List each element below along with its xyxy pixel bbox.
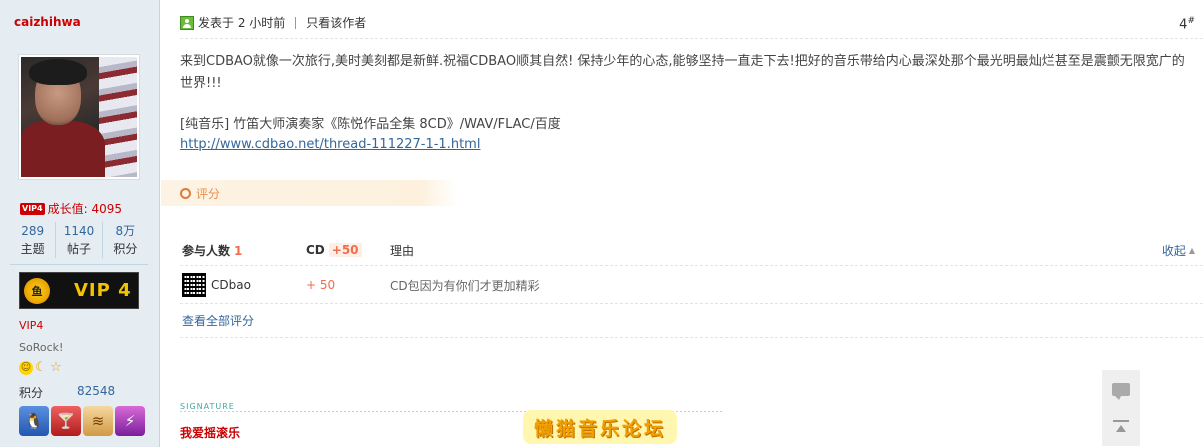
rating-ring-icon bbox=[180, 187, 191, 199]
avatar-shirt bbox=[21, 121, 105, 177]
points-label: 积分 bbox=[19, 386, 44, 400]
caret-up-icon: ▲ bbox=[1188, 245, 1195, 255]
flag-icon[interactable]: ≋ bbox=[83, 406, 113, 436]
stat-label: 主题 bbox=[20, 242, 45, 256]
username-link[interactable]: caizhihwa bbox=[14, 15, 81, 29]
rater-avatar bbox=[182, 273, 206, 297]
reason-header: 理由 bbox=[390, 243, 415, 258]
rater-user[interactable]: CDbao bbox=[182, 273, 306, 297]
resource-link[interactable]: http://www.cdbao.net/thread-111227-1-1.h… bbox=[180, 134, 480, 156]
online-status-icon bbox=[180, 15, 194, 30]
rater-name: CDbao bbox=[211, 278, 251, 292]
user-sidebar: caizhihwa VIP4 成长值: 4095 289 主题 1140 帖子 … bbox=[0, 0, 160, 447]
vip-level-link[interactable]: VIP4 bbox=[19, 319, 43, 332]
vip-banner-text: VIP 4 bbox=[74, 280, 132, 301]
rating-divider bbox=[180, 337, 1203, 338]
back-to-top-icon bbox=[1113, 420, 1129, 434]
rating-table-header: 参与人数 1 CD +50 理由 收起 ▲ bbox=[182, 240, 1203, 260]
post-header: 发表于 2 小时前 只看该作者 bbox=[180, 14, 366, 31]
user-stats: 289 主题 1140 帖子 8万 积分 bbox=[10, 222, 148, 265]
collapse-label: 收起 bbox=[1161, 243, 1186, 258]
points-row: 积分 82548 bbox=[19, 384, 115, 401]
signature-text: 我爱摇滚乐 bbox=[180, 426, 241, 440]
level-icons: ☺ ☾ ☆ bbox=[19, 361, 63, 375]
stat-value: 1140 bbox=[63, 224, 95, 238]
stat-threads[interactable]: 289 主题 bbox=[10, 222, 57, 258]
divider bbox=[295, 16, 297, 29]
lightning-icon[interactable]: ⚡ bbox=[115, 406, 145, 436]
stat-posts[interactable]: 1140 帖子 bbox=[56, 222, 103, 258]
participants-label: 参与人数 bbox=[182, 243, 231, 258]
chat-bubble-icon bbox=[1112, 382, 1130, 400]
back-to-top-button[interactable] bbox=[1102, 408, 1140, 446]
stat-value: 8万 bbox=[115, 224, 136, 238]
growth-label: 成长值: 4095 bbox=[47, 202, 123, 216]
penguin-icon[interactable]: 🐧 bbox=[19, 406, 49, 436]
currency-label: CD bbox=[306, 243, 325, 257]
header-divider bbox=[180, 38, 1203, 39]
vip-banner[interactable]: 鱼 VIP 4 bbox=[19, 272, 139, 309]
stat-label: 积分 bbox=[113, 242, 138, 256]
stat-value: 289 bbox=[21, 224, 45, 238]
vip-emblem-icon: 鱼 bbox=[24, 277, 50, 304]
rating-divider bbox=[180, 265, 1203, 266]
post-time: 发表于 2 小时前 bbox=[198, 16, 286, 30]
floor-number[interactable]: 4# bbox=[1179, 16, 1195, 32]
star-icon: ☆ bbox=[50, 360, 62, 375]
participants-count: 1 bbox=[234, 243, 243, 258]
signature-banner[interactable]: 懒猫音乐论坛 bbox=[523, 410, 677, 444]
post-content: 发表于 2 小时前 只看该作者 4# 来到CDBAO就像一次旅行,美时美刻都是新… bbox=[161, 0, 1203, 447]
floor-suffix: # bbox=[1187, 16, 1195, 26]
post-message: 来到CDBAO就像一次旅行,美时美刻都是新鲜.祝福CDBAO顺其自然! 保持少年… bbox=[180, 54, 1185, 91]
participants-header: 参与人数 1 bbox=[182, 242, 306, 259]
collapse-button[interactable]: 收起 ▲ bbox=[1162, 242, 1195, 259]
cocktail-icon[interactable]: 🍸 bbox=[51, 406, 81, 436]
quick-reply-button[interactable] bbox=[1102, 370, 1140, 408]
table-row: CDbao + 50 CD包因为有你们才更加精彩 bbox=[182, 272, 1203, 298]
view-all-ratings-link[interactable]: 查看全部评分 bbox=[182, 312, 254, 329]
vip-mini-badge: VIP4 bbox=[20, 202, 45, 215]
stat-label: 帖子 bbox=[66, 242, 91, 256]
rating-section-label: 评分 bbox=[196, 186, 221, 201]
resource-title: [纯音乐] 竹笛大师演奏家《陈悦作品全集 8CD》/WAV/FLAC/百度 bbox=[180, 117, 561, 132]
rating-divider bbox=[180, 303, 1203, 304]
rating-section-header: 评分 bbox=[161, 180, 457, 206]
growth-value: VIP4 成长值: 4095 bbox=[20, 200, 122, 217]
avatar-photo bbox=[21, 57, 137, 177]
stat-points[interactable]: 8万 积分 bbox=[103, 222, 148, 258]
user-title: SoRock! bbox=[19, 341, 64, 354]
currency-header: CD +50 bbox=[306, 243, 390, 257]
smile-icon: ☺ bbox=[19, 361, 33, 375]
signature-label-text: SIGNATURE bbox=[180, 402, 239, 411]
avatar[interactable] bbox=[18, 54, 140, 180]
rating-total: +50 bbox=[328, 243, 362, 257]
author-only-link[interactable]: 只看该作者 bbox=[306, 14, 366, 31]
points-value: 82548 bbox=[77, 384, 116, 398]
rater-score: + 50 bbox=[306, 278, 336, 292]
medal-row: 🐧 🍸 ≋ ⚡ bbox=[19, 406, 145, 436]
moon-icon: ☾ bbox=[35, 360, 47, 375]
avatar-hair bbox=[29, 59, 87, 85]
rater-reason: CD包因为有你们才更加精彩 bbox=[390, 278, 540, 293]
